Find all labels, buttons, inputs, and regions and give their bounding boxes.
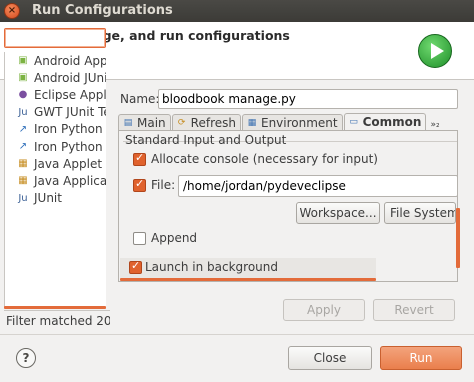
config-type-label: Android JUnit Test — [34, 70, 106, 85]
config-type-item[interactable]: Ju JUnit — [5, 190, 106, 207]
config-type-label: Android Application — [34, 53, 106, 68]
config-tabs: ▤ Main ⟳ Refresh ▦ Environment ▭ Common … — [118, 113, 458, 130]
run-configurations-dialog: × Run Configurations Create, manage, and… — [0, 0, 474, 382]
java-applet-icon: ▦ — [18, 158, 28, 170]
junit-icon: Ju — [18, 106, 28, 118]
main-tab-icon: ▤ — [123, 117, 133, 128]
tab-refresh[interactable]: ⟳ Refresh — [171, 114, 241, 130]
config-type-item[interactable]: ▦ Java Applet — [5, 155, 106, 172]
config-type-item[interactable]: ↗ Iron Python unittest — [5, 138, 106, 155]
iron-python-icon: ↗ — [18, 123, 28, 135]
more-tabs-button[interactable]: »₂ — [430, 120, 439, 130]
launch-background-label: Launch in background — [145, 260, 278, 274]
title-bar: × Run Configurations — [0, 0, 474, 22]
revert-button[interactable]: Revert — [373, 299, 455, 321]
java-app-icon: ▦ — [18, 175, 28, 187]
config-type-item[interactable]: ↗ Iron Python Run — [5, 121, 106, 138]
config-type-label: Eclipse Application — [34, 87, 106, 102]
eclipse-icon: ● — [18, 89, 28, 101]
list-horizontal-scrollbar[interactable] — [4, 306, 106, 309]
config-type-label: JUnit — [34, 191, 62, 206]
config-type-label: GWT JUnit Test — [34, 105, 106, 120]
environment-tab-icon: ▦ — [247, 117, 257, 128]
append-checkbox[interactable] — [133, 232, 146, 245]
android-junit-icon: ▣ — [18, 72, 28, 84]
refresh-tab-icon: ⟳ — [177, 117, 186, 128]
workspace-button[interactable]: Workspace... — [296, 202, 380, 224]
bottom-separator — [0, 334, 474, 335]
common-tab-icon: ▭ — [349, 117, 358, 127]
filter-status: Filter matched 20 of 20 items — [4, 310, 110, 330]
window-title: Run Configurations — [32, 3, 173, 18]
run-button[interactable]: Run — [380, 346, 462, 370]
tab-environment-label: Environment — [260, 115, 338, 130]
config-type-list: ▣Android Application▣Android JUnit Test●… — [4, 52, 106, 308]
tab-common[interactable]: ▭ Common — [343, 113, 427, 130]
filter-input[interactable] — [4, 28, 106, 48]
junit-icon: Ju — [18, 192, 28, 204]
file-system-button[interactable]: File System... — [384, 202, 456, 224]
config-type-item[interactable]: Ju GWT JUnit Test — [5, 104, 106, 121]
config-type-item[interactable]: ▦ Java Application — [5, 172, 106, 189]
tab-environment[interactable]: ▦ Environment — [241, 114, 343, 130]
android-icon: ▣ — [18, 55, 28, 67]
name-field[interactable] — [158, 89, 458, 109]
append-label: Append — [151, 231, 198, 245]
run-icon — [418, 34, 452, 68]
file-checkbox[interactable] — [133, 177, 146, 192]
config-type-label: Iron Python unittest — [34, 139, 106, 154]
panel-splitter[interactable] — [112, 86, 116, 331]
config-type-label: Iron Python Run — [34, 122, 106, 137]
content-horizontal-scrollbar[interactable] — [120, 278, 376, 281]
config-type-label: Java Application — [34, 173, 106, 188]
help-icon[interactable]: ? — [16, 348, 36, 368]
config-type-item[interactable]: ▣ Android JUnit Test — [5, 69, 106, 86]
content-vertical-scrollbar[interactable] — [456, 208, 460, 268]
allocate-console-label: Allocate console (necessary for input) — [151, 152, 378, 166]
tab-refresh-label: Refresh — [190, 115, 236, 130]
file-label: File: — [151, 178, 176, 192]
tab-common-label: Common — [362, 115, 422, 129]
tab-main-label: Main — [137, 115, 166, 130]
std-io-group-title: Standard Input and Output — [125, 133, 287, 147]
allocate-console-checkbox[interactable] — [133, 151, 146, 166]
iron-python-icon: ↗ — [18, 141, 28, 153]
launch-background-checkbox[interactable] — [129, 259, 142, 274]
close-button[interactable]: Close — [288, 346, 372, 370]
window-close-button[interactable]: × — [4, 3, 20, 19]
config-type-label: Java Applet — [34, 156, 103, 171]
name-label: Name: — [120, 92, 160, 106]
tab-main[interactable]: ▤ Main — [118, 114, 171, 130]
config-type-item[interactable]: ▣ Android Application — [5, 52, 106, 69]
config-type-item[interactable]: ● Eclipse Application — [5, 86, 106, 103]
apply-button[interactable]: Apply — [283, 299, 365, 321]
file-path-field[interactable] — [178, 175, 458, 197]
